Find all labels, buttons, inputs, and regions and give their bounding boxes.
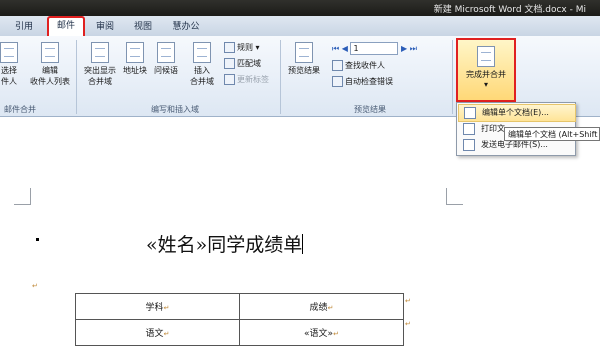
bullet-mark: [36, 238, 39, 241]
edit-recipients-button[interactable]: 编辑 收件人列表: [26, 42, 74, 87]
auto-check-errors-button[interactable]: 自动检查错误: [332, 76, 393, 88]
finish-merge-icon: [477, 46, 495, 67]
previous-record-icon[interactable]: ◀: [342, 44, 348, 53]
group-label-start: 邮件合并: [4, 105, 36, 114]
address-block-label: 地址块: [123, 66, 147, 75]
find-recipient-button[interactable]: 查找收件人: [332, 60, 385, 72]
table-cell[interactable]: 语文↵: [75, 319, 240, 346]
group-separator: [76, 40, 77, 114]
table-row: 语文↵ «语文»↵: [75, 319, 404, 346]
greeting-line-button[interactable]: 问候语: [151, 42, 181, 76]
tab-huibangong[interactable]: 慧办公: [166, 19, 206, 35]
auto-check-errors-label: 自动检查错误: [345, 77, 393, 86]
edit-document-icon: [464, 106, 476, 119]
menu-item-label: 发送电子邮件(S)...: [481, 140, 548, 149]
address-block-icon: [126, 42, 144, 63]
edit-list-icon: [41, 42, 59, 63]
highlight-fields-label: 突出显示: [84, 66, 116, 75]
text-cursor: [302, 234, 304, 254]
document-heading[interactable]: «姓名»同学成绩单: [146, 230, 304, 257]
rules-button[interactable]: 规则 ▾: [224, 42, 260, 54]
insert-merge-field-label: 插入: [194, 66, 210, 75]
edit-recipients-label-2: 收件人列表: [30, 77, 70, 86]
preview-results-icon: [295, 42, 313, 63]
finish-merge-button[interactable]: 完成并合并 ▾: [456, 38, 516, 102]
row-end-mark-icon: ↵: [405, 320, 411, 328]
cell-mark-icon: ↵: [163, 304, 170, 312]
menu-item-label: 编辑单个文档(E)...: [482, 108, 549, 117]
address-block-button[interactable]: 地址块: [120, 42, 150, 76]
recipients-icon: [0, 42, 18, 63]
cell-text: 成绩: [309, 303, 328, 313]
preview-results-button[interactable]: 预览结果: [284, 42, 324, 76]
row-end-mark-icon: ↵: [405, 297, 411, 305]
cell-text: 学科: [145, 303, 164, 313]
record-navigation: ⏮ ◀ 1 ▶ ⏭: [332, 42, 417, 55]
tooltip: 编辑单个文档 (Alt+Shift: [504, 127, 600, 141]
greeting-line-icon: [157, 42, 175, 63]
rules-label: 规则: [237, 43, 253, 52]
cell-mark-icon: ↵: [333, 330, 339, 338]
update-labels-label: 更新标签: [237, 75, 269, 84]
menu-item-label: 打印文: [481, 124, 505, 133]
table-row: 学科↵ 成绩↵: [75, 293, 404, 320]
find-recipient-icon: [332, 60, 343, 71]
heading-text: «姓名»同学成绩单: [146, 234, 303, 256]
insert-merge-field-label-2: 合并域: [190, 77, 214, 86]
email-icon: [463, 138, 475, 151]
highlight-fields-button[interactable]: 突出显示 合并域: [80, 42, 120, 87]
window-title: 新建 Microsoft Word 文档.docx - Mi: [433, 5, 586, 15]
cell-mark-icon: ↵: [163, 330, 170, 338]
last-record-icon[interactable]: ⏭: [410, 44, 417, 53]
greeting-line-label: 问候语: [154, 66, 178, 75]
group-label-preview: 预览结果: [354, 105, 386, 114]
preview-results-label: 预览结果: [288, 66, 320, 75]
find-recipient-label: 查找收件人: [345, 61, 385, 70]
group-separator: [280, 40, 281, 114]
tab-mailings[interactable]: 邮件: [47, 16, 85, 38]
cell-text: 语文: [145, 329, 164, 339]
group-label-write: 编写和插入域: [151, 105, 199, 114]
insert-field-icon: [193, 42, 211, 63]
table-cell[interactable]: «语文»↵: [239, 319, 404, 346]
tab-review[interactable]: 审阅: [90, 19, 120, 35]
chevron-down-icon: ▾: [483, 80, 488, 89]
score-table: 学科↵ 成绩↵ 语文↵ «语文»↵: [75, 293, 404, 346]
match-fields-button[interactable]: 匹配域: [224, 58, 261, 70]
cell-mark-icon: ↵: [327, 304, 334, 312]
first-record-icon[interactable]: ⏮: [332, 44, 339, 53]
insert-merge-field-button[interactable]: 插入 合并域: [184, 42, 220, 87]
auto-check-errors-icon: [332, 76, 343, 87]
match-fields-label: 匹配域: [237, 59, 261, 68]
update-labels-button[interactable]: 更新标签: [224, 74, 269, 86]
update-labels-icon: [224, 74, 235, 85]
rules-icon: [224, 42, 235, 53]
table-cell[interactable]: 成绩↵: [239, 293, 404, 320]
cell-text: «语文»: [304, 329, 334, 339]
tab-references[interactable]: 引用: [8, 19, 40, 35]
edit-recipients-label: 编辑: [42, 66, 58, 75]
title-bar: 新建 Microsoft Word 文档.docx - Mi: [0, 0, 600, 16]
crop-mark: [14, 188, 31, 205]
match-fields-icon: [224, 58, 235, 69]
menu-item-edit-individual[interactable]: 编辑单个文档(E)...: [458, 104, 576, 122]
highlight-fields-label-2: 合并域: [88, 77, 112, 86]
paragraph-mark-icon: ↵: [32, 282, 38, 290]
select-recipients-label-2: 件人: [1, 77, 17, 86]
highlight-fields-icon: [91, 42, 109, 63]
finish-merge-label: 完成并合并: [466, 70, 506, 79]
crop-mark: [446, 188, 463, 205]
print-icon: [463, 122, 475, 135]
ribbon-tabs: 引用 邮件 审阅 视图 慧办公: [0, 16, 600, 38]
tab-view[interactable]: 视图: [128, 19, 158, 35]
select-recipients-label: 选择: [1, 66, 17, 75]
table-cell[interactable]: 学科↵: [75, 293, 240, 320]
next-record-icon[interactable]: ▶: [401, 44, 407, 53]
select-recipients-button[interactable]: 选择 件人: [0, 42, 24, 87]
record-number-input[interactable]: 1: [350, 42, 399, 55]
group-separator: [452, 40, 453, 114]
